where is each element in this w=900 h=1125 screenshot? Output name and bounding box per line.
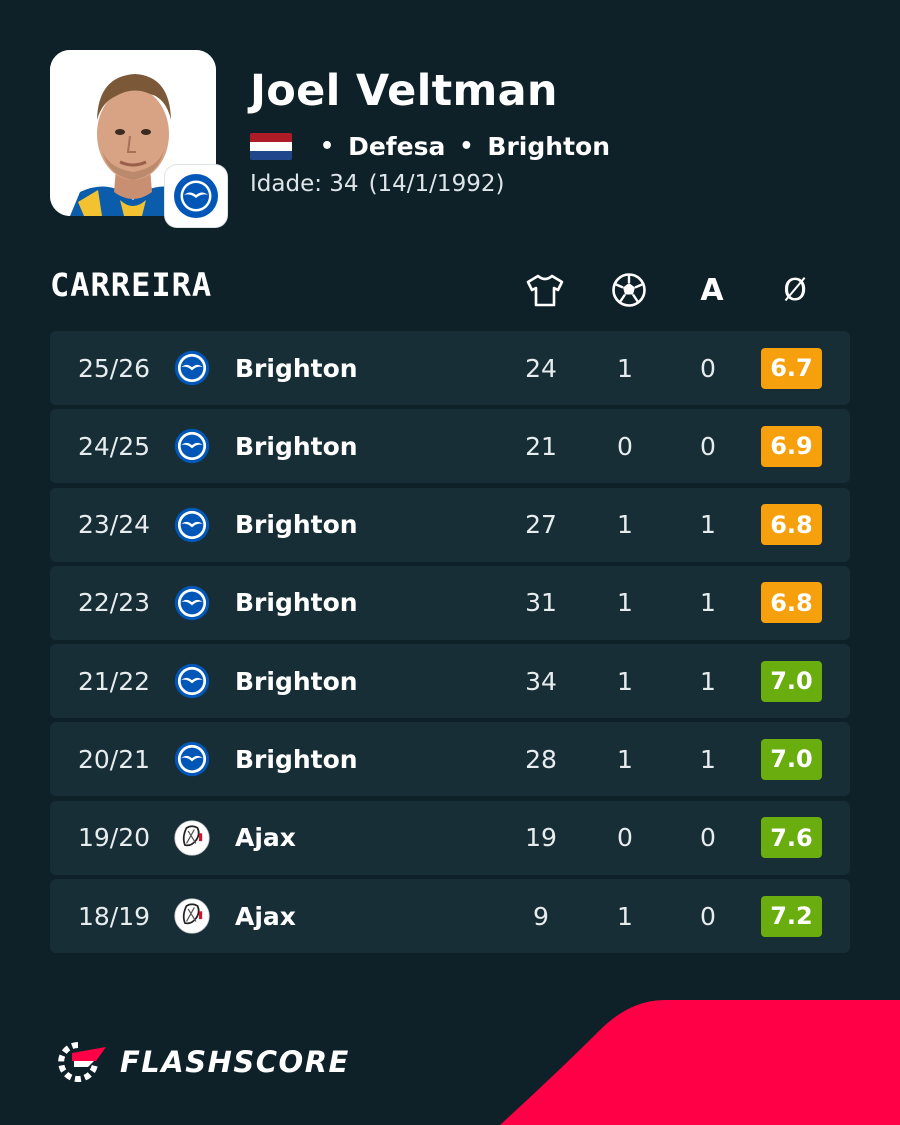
flashscore-logo: FLASHSCORE <box>50 1039 350 1085</box>
player-career-card: Joel Veltman • Defesa • Brighton Idade: … <box>0 0 900 1125</box>
accent-shape <box>500 1000 900 1125</box>
flashscore-logo-icon <box>58 1042 106 1082</box>
brand-name: FLASHSCORE <box>120 1045 350 1079</box>
